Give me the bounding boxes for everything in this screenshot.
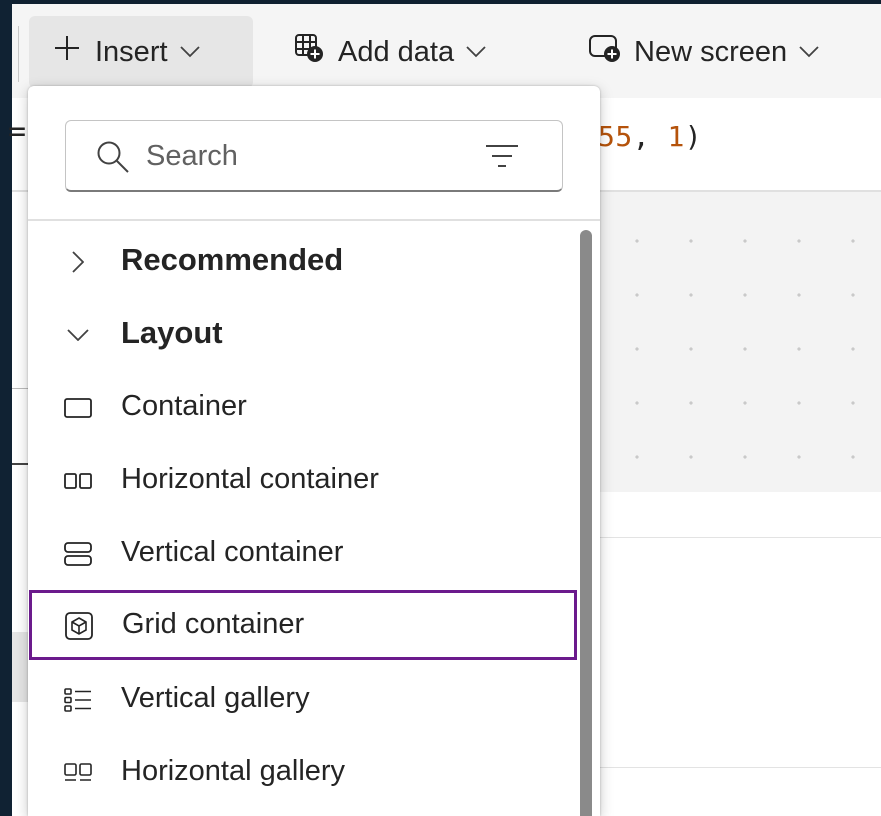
insert-button[interactable]: Insert — [29, 16, 253, 88]
canvas-divider — [600, 537, 881, 538]
chevron-down-icon — [466, 46, 486, 58]
insert-menu: Recommended Layout Container Horizontal … — [28, 86, 600, 816]
chevron-down-icon — [179, 46, 200, 58]
menu-item-label: Horizontal gallery — [121, 755, 346, 787]
horizontal-gallery-icon — [63, 759, 93, 787]
command-bar: Insert Add data New screen — [12, 0, 881, 98]
menu-item-label: Horizontal container — [121, 463, 379, 495]
menu-item-label: Vertical container — [121, 536, 344, 568]
horizontal-container-icon — [63, 467, 93, 495]
add-data-button[interactable]: Add data — [294, 16, 486, 88]
formula-equals: = — [8, 114, 27, 149]
search-box[interactable] — [65, 120, 563, 192]
menu-item-vertical-container[interactable]: Vertical container — [28, 518, 576, 588]
chevron-down-icon — [799, 46, 819, 58]
category-layout[interactable]: Layout — [28, 299, 576, 369]
insert-label: Insert — [95, 35, 168, 68]
canvas-divider — [600, 767, 881, 768]
formula-separator: , — [632, 120, 668, 153]
formula-text[interactable]: 55, 1) — [598, 120, 702, 153]
formula-number: 55 — [598, 120, 633, 153]
chevron-down-icon — [63, 321, 93, 349]
menu-item-grid-container[interactable]: Grid container — [29, 590, 577, 660]
menu-item-label: Grid container — [122, 608, 305, 640]
category-label: Recommended — [121, 242, 344, 277]
design-canvas-grid[interactable] — [588, 192, 881, 492]
formula-close-paren: ) — [684, 120, 703, 153]
menu-item-label: Container — [121, 390, 247, 422]
plus-icon — [53, 34, 81, 70]
menu-item-container[interactable]: Container — [28, 372, 576, 442]
menu-item-label: Vertical gallery — [121, 682, 310, 714]
menu-divider — [28, 219, 600, 221]
menu-item-horizontal-container[interactable]: Horizontal container — [28, 445, 576, 515]
screen-add-icon — [588, 33, 620, 71]
container-icon — [63, 394, 93, 422]
new-screen-label: New screen — [634, 35, 788, 68]
menu-item-vertical-gallery[interactable]: Vertical gallery — [28, 664, 576, 734]
vertical-container-icon — [63, 540, 93, 568]
formula-number: 1 — [667, 120, 685, 153]
add-data-label: Add data — [338, 35, 455, 68]
grid-container-icon — [64, 612, 94, 640]
vertical-gallery-icon — [63, 686, 93, 714]
menu-scrollbar[interactable] — [580, 230, 592, 816]
category-label: Layout — [121, 315, 223, 350]
new-screen-button[interactable]: New screen — [588, 16, 819, 88]
toolbar-separator — [18, 26, 19, 82]
category-recommended[interactable]: Recommended — [28, 226, 576, 296]
menu-item-horizontal-gallery[interactable]: Horizontal gallery — [28, 737, 576, 807]
chevron-right-icon — [63, 248, 93, 276]
filter-icon[interactable] — [484, 143, 520, 174]
table-add-icon — [294, 33, 324, 71]
search-input[interactable] — [146, 133, 466, 179]
search-icon — [96, 140, 130, 179]
